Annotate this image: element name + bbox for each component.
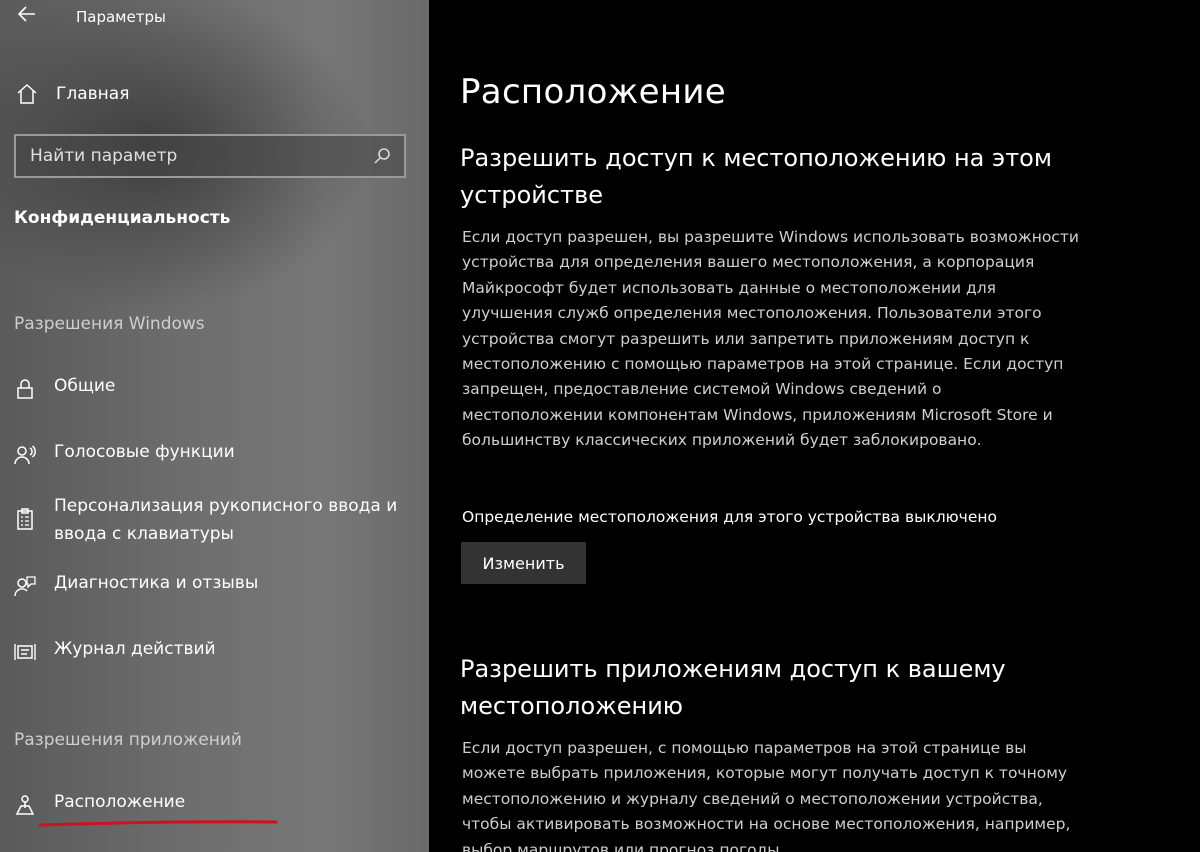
section-heading-device-location: Разрешить доступ к местоположению на это…	[460, 144, 1052, 209]
arrow-left-icon	[17, 6, 35, 22]
sidebar-item-activity-history[interactable]: Журнал действий	[12, 639, 216, 665]
location-status-text: Определение местоположения для этого уст…	[462, 508, 997, 526]
sidebar-item-diagnostics[interactable]: Диагностика и отзывы	[12, 573, 258, 599]
back-button[interactable]	[14, 4, 40, 28]
search-input[interactable]	[16, 145, 368, 167]
sidebar-item-label: Персонализация рукописного ввода и ввода…	[54, 496, 398, 544]
speech-icon	[12, 442, 38, 468]
home-icon	[14, 81, 40, 107]
sidebar-item-location[interactable]: Расположение	[12, 792, 185, 818]
sidebar-item-label: Общие	[54, 376, 116, 396]
sidebar-item-inking-typing[interactable]: Персонализация рукописного ввода и ввода…	[12, 492, 404, 548]
group-heading-apps: Разрешения приложений	[14, 730, 242, 750]
clipboard-icon	[12, 506, 38, 532]
search-box	[14, 134, 406, 178]
sidebar-item-speech[interactable]: Голосовые функции	[12, 442, 235, 468]
section-heading-app-location: Разрешить приложениям доступ к вашему ме…	[460, 655, 1006, 720]
activity-history-icon	[12, 639, 38, 665]
red-underline-annotation	[38, 820, 278, 827]
sidebar: Параметры Главная Конфиденциальность Раз…	[0, 0, 429, 852]
location-icon	[12, 792, 38, 818]
sidebar-item-label: Диагностика и отзывы	[54, 573, 259, 593]
app-title: Параметры	[76, 8, 166, 26]
group-heading-windows: Разрешения Windows	[14, 314, 205, 334]
section-description-device-location: Если доступ разрешен, вы разрешите Windo…	[462, 228, 1079, 450]
feedback-icon	[12, 573, 38, 599]
nav-home[interactable]: Главная	[14, 80, 129, 108]
change-button[interactable]: Изменить	[461, 542, 586, 584]
settings-window: Параметры Главная Конфиденциальность Раз…	[0, 0, 1200, 852]
search-icon[interactable]	[368, 142, 396, 170]
sidebar-item-label: Голосовые функции	[54, 442, 235, 462]
section-description-app-location: Если доступ разрешен, с помощью параметр…	[462, 739, 1071, 852]
main-content: Расположение Разрешить доступ к местопол…	[429, 0, 1200, 852]
sidebar-item-label: Журнал действий	[54, 639, 216, 659]
lock-icon	[12, 376, 38, 402]
sidebar-item-label: Расположение	[54, 792, 186, 812]
nav-home-label: Главная	[56, 84, 130, 104]
sidebar-item-general[interactable]: Общие	[12, 376, 115, 402]
page-title: Расположение	[460, 72, 726, 112]
section-title: Конфиденциальность	[14, 208, 231, 228]
